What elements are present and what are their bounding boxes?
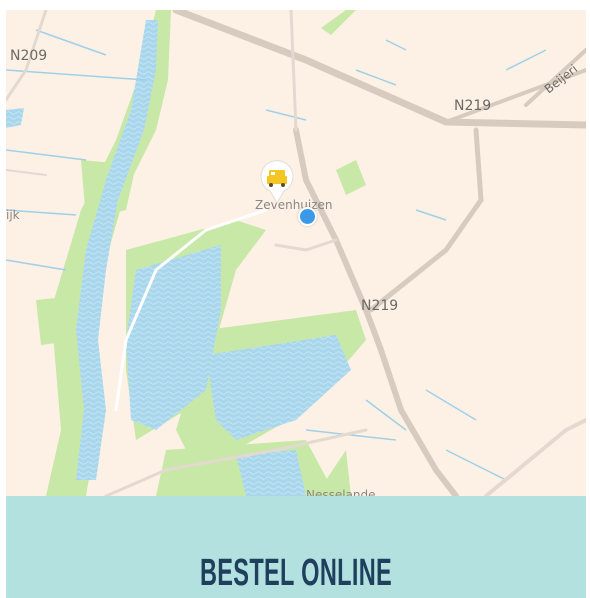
- road-label-n219-top: N219: [454, 98, 492, 114]
- user-location-icon: [298, 207, 317, 226]
- order-online-label[interactable]: BESTEL ONLINE: [116, 554, 476, 592]
- place-label-ijk: ijk: [6, 208, 20, 222]
- place-label-nesselande: Nesselande: [306, 488, 376, 496]
- road-label-n219-mid: N219: [361, 298, 399, 314]
- order-online-banner[interactable]: BESTEL ONLINE: [6, 496, 586, 598]
- map-canvas[interactable]: [6, 10, 586, 496]
- map-view[interactable]: N209 N219 N219 Beijeri Zevenhuizen ijk N…: [6, 10, 586, 496]
- store-pin-icon[interactable]: [259, 160, 295, 204]
- road-label-n209: N209: [10, 48, 48, 64]
